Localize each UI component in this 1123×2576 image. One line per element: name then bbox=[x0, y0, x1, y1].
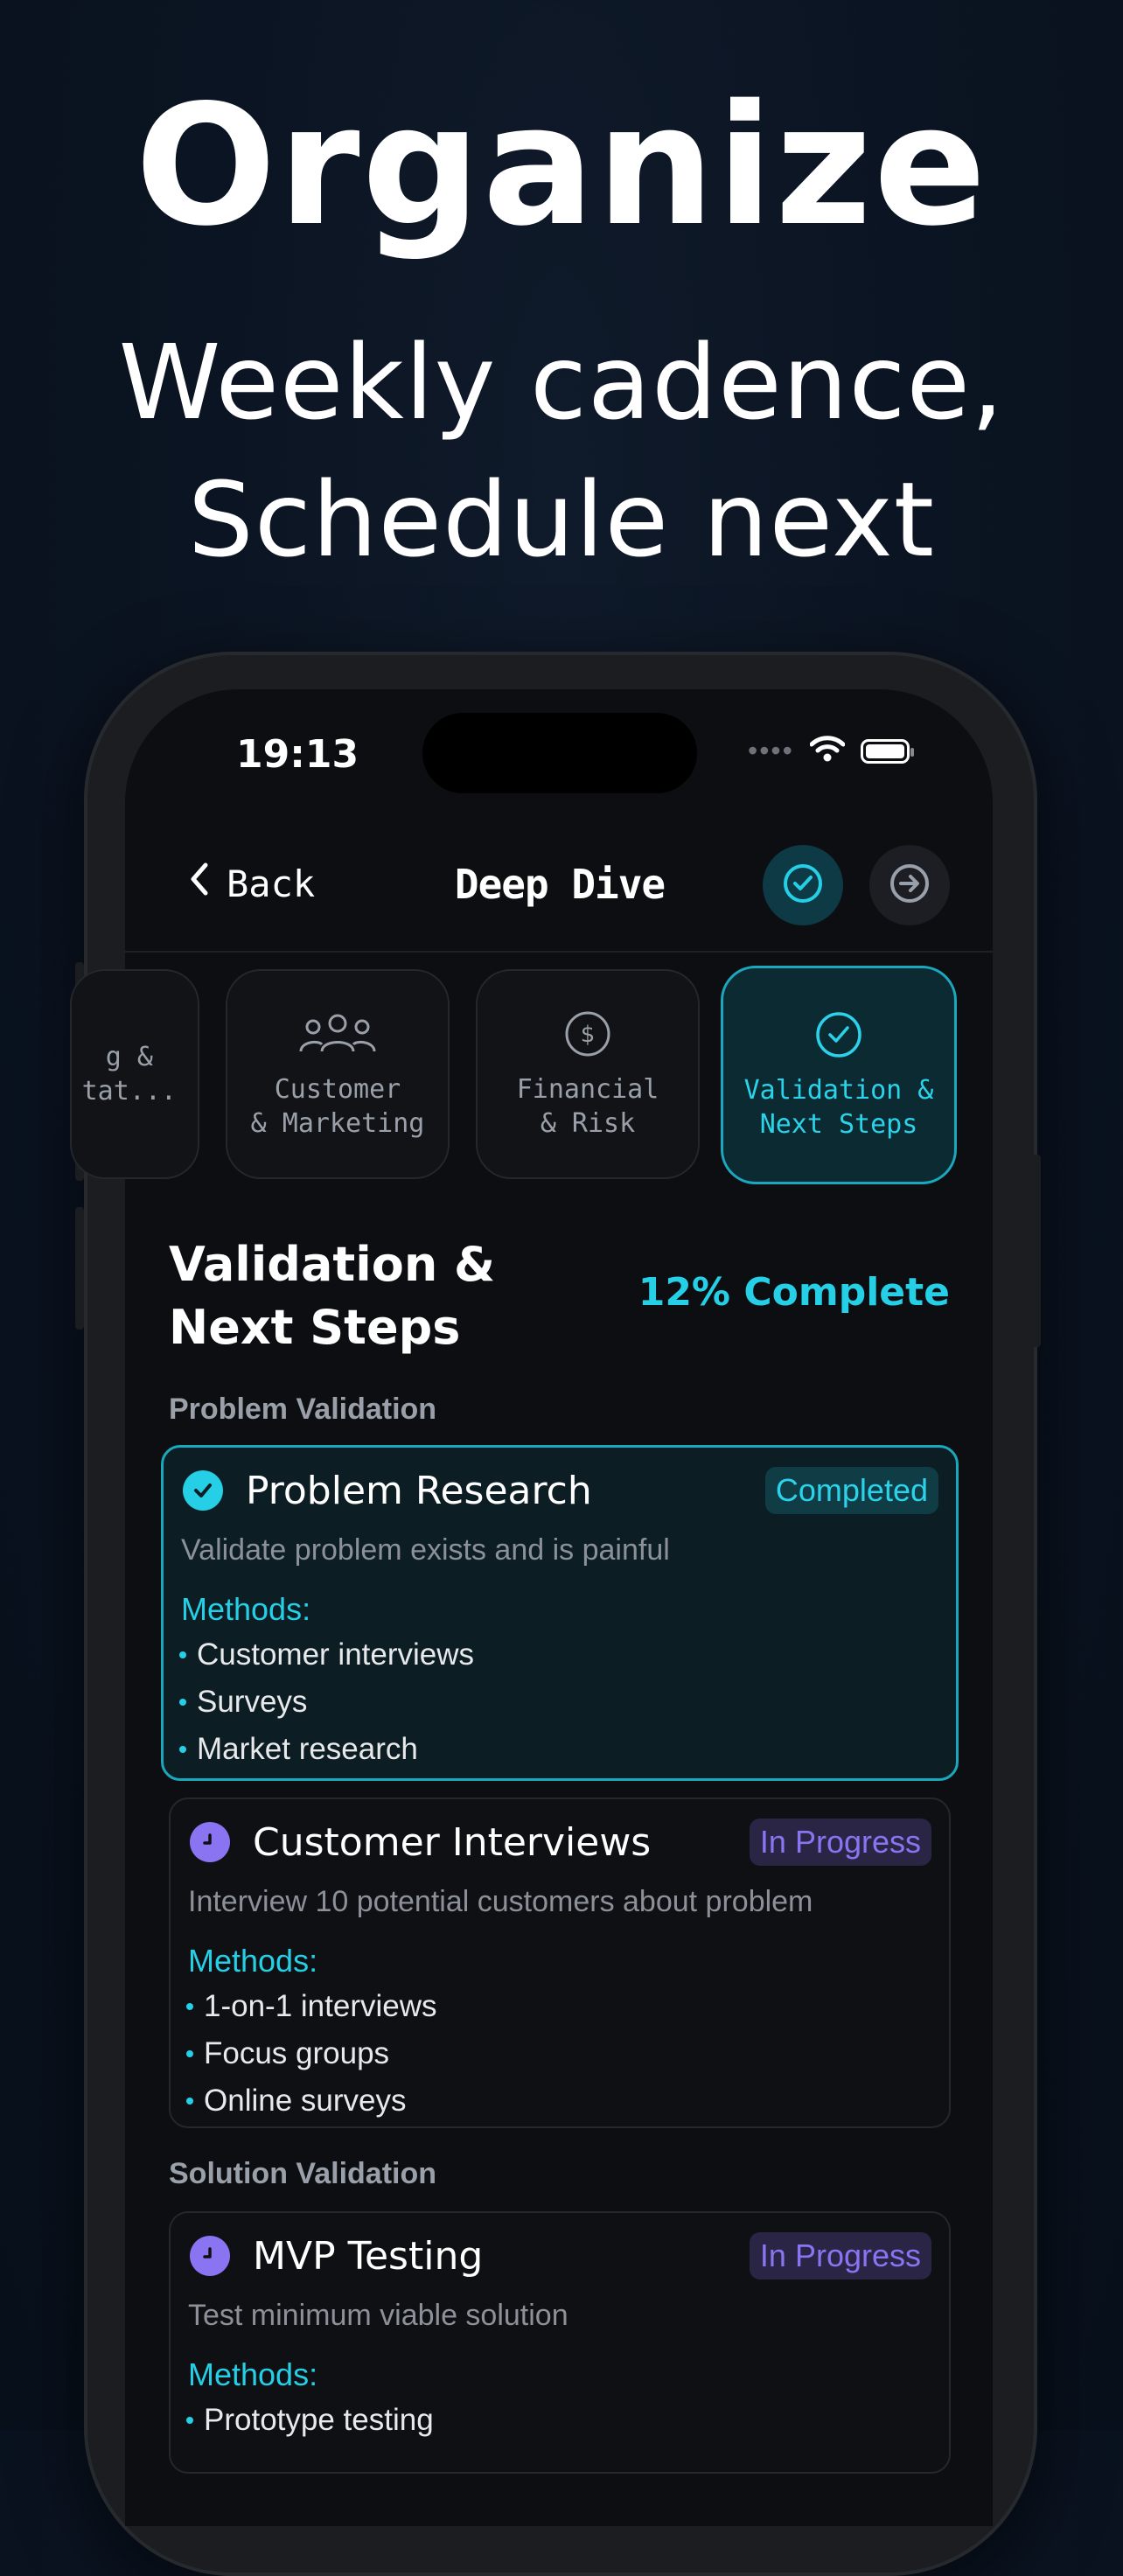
tab-label: Customer & Marketing bbox=[250, 1074, 425, 1139]
tab-financial-risk[interactable]: $ Financial & Risk bbox=[476, 969, 700, 1179]
card-header: Customer Interviews In Progress bbox=[190, 1819, 931, 1866]
chevron-left-icon bbox=[188, 862, 211, 905]
dollar-circle-icon: $ bbox=[563, 1008, 612, 1060]
nav-title: Deep Dive bbox=[454, 861, 666, 908]
hero-subtitle-line2: Schedule next bbox=[187, 459, 936, 580]
step-card[interactable]: MVP Testing In Progress Test minimum via… bbox=[169, 2211, 951, 2474]
step-card[interactable]: Customer Interviews In Progress Intervie… bbox=[169, 1798, 951, 2128]
hero-subtitle-line1: Weekly cadence, bbox=[118, 322, 1005, 443]
status-badge: In Progress bbox=[749, 2232, 931, 2279]
step-card[interactable]: Problem Research Completed Validate prob… bbox=[161, 1445, 959, 1781]
tab-partial[interactable]: g & tat... bbox=[70, 969, 199, 1179]
card-description: Validate problem exists and is painful bbox=[181, 1533, 670, 1567]
method-list: Prototype testing bbox=[186, 2397, 434, 2444]
card-description: Interview 10 potential customers about p… bbox=[188, 1885, 813, 1918]
svg-text:$: $ bbox=[581, 1022, 596, 1048]
mark-complete-button[interactable] bbox=[763, 845, 843, 925]
card-header: MVP Testing In Progress bbox=[190, 2232, 931, 2279]
wifi-icon bbox=[809, 735, 846, 767]
back-label: Back bbox=[227, 862, 316, 905]
check-circle-filled-icon bbox=[183, 1470, 223, 1511]
card-title: Problem Research bbox=[246, 1468, 592, 1513]
status-badge: Completed bbox=[764, 1467, 938, 1514]
back-button[interactable]: Back bbox=[188, 862, 315, 905]
check-circle-icon bbox=[814, 1009, 863, 1061]
card-header: Problem Research Completed bbox=[183, 1467, 938, 1514]
section-title-line2: Next Steps bbox=[169, 1300, 461, 1355]
next-button[interactable] bbox=[869, 845, 950, 925]
progress-text: 12% Complete bbox=[638, 1270, 950, 1315]
methods-label: Methods: bbox=[181, 1591, 311, 1627]
tab-label: Validation & Next Steps bbox=[743, 1075, 934, 1140]
arrow-right-circle-icon bbox=[889, 862, 931, 909]
clock-icon bbox=[190, 2236, 230, 2276]
group-label-solution: Solution Validation bbox=[169, 2157, 436, 2190]
tab-customer-marketing[interactable]: Customer & Marketing bbox=[226, 969, 450, 1179]
status-badge: In Progress bbox=[749, 1819, 931, 1866]
clock-icon bbox=[190, 1822, 230, 1862]
method-list: 1-on-1 interviews Focus groups Online su… bbox=[186, 1983, 437, 2125]
card-title: MVP Testing bbox=[253, 2233, 484, 2279]
method-item: Surveys bbox=[179, 1679, 474, 1726]
method-list: Customer interviews Surveys Market resea… bbox=[179, 1631, 474, 1773]
tab-validation-next-steps[interactable]: Validation & Next Steps bbox=[721, 966, 957, 1184]
methods-label: Methods: bbox=[188, 1943, 318, 1979]
method-item: Prototype testing bbox=[186, 2397, 434, 2444]
method-item: Focus groups bbox=[186, 2030, 437, 2077]
section-title: Validation & Next Steps bbox=[169, 1233, 495, 1359]
dynamic-island bbox=[422, 713, 697, 793]
phone-side-button bbox=[75, 1207, 84, 1330]
status-icons: •••• bbox=[748, 735, 914, 767]
check-circle-icon bbox=[782, 862, 824, 909]
phone-side-button bbox=[1032, 1155, 1041, 1347]
method-item: Customer interviews bbox=[179, 1631, 474, 1679]
methods-label: Methods: bbox=[188, 2356, 318, 2392]
tab-label: g & tat... bbox=[81, 1042, 177, 1106]
cellular-dots-icon: •••• bbox=[748, 735, 794, 766]
users-icon bbox=[296, 1008, 380, 1060]
method-item: 1-on-1 interviews bbox=[186, 1983, 437, 2030]
nav-divider bbox=[125, 951, 993, 953]
status-time: 19:13 bbox=[236, 732, 359, 777]
section-title-line1: Validation & bbox=[169, 1237, 496, 1292]
tab-label: Financial & Risk bbox=[516, 1074, 659, 1139]
group-label-problem: Problem Validation bbox=[169, 1393, 437, 1426]
hero-title: Organize bbox=[135, 69, 988, 262]
card-description: Test minimum viable solution bbox=[188, 2299, 568, 2332]
method-item: Market research bbox=[179, 1726, 474, 1773]
method-item: Online surveys bbox=[186, 2077, 437, 2125]
battery-icon bbox=[860, 738, 914, 764]
card-title: Customer Interviews bbox=[253, 1819, 652, 1865]
